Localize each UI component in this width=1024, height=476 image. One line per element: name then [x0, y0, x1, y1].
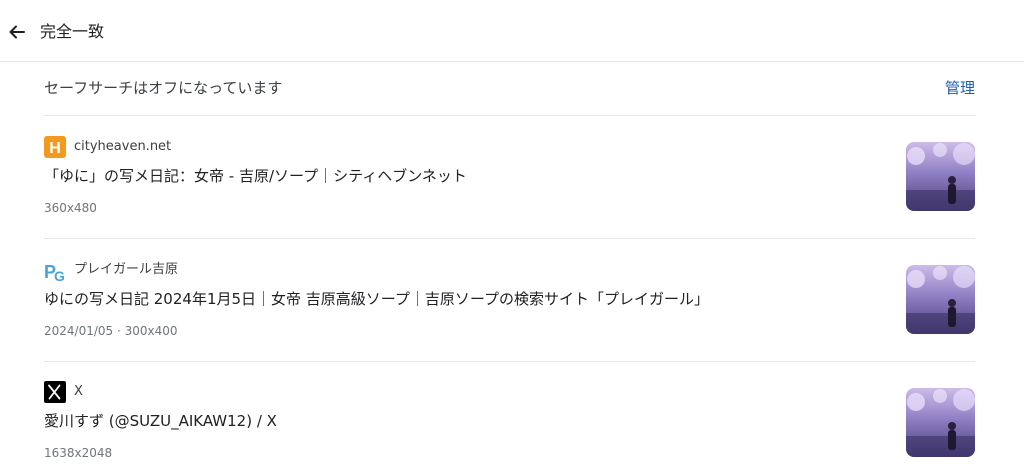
result-thumbnail[interactable]	[906, 265, 975, 334]
svg-text:H: H	[49, 140, 61, 157]
divider	[44, 238, 975, 239]
result-title[interactable]: 愛川すず (@SUZU_AIKAW12) / X	[44, 410, 277, 432]
page-title: 完全一致	[40, 22, 105, 41]
image-date-dimensions: 2024/01/05 · 300x400	[44, 324, 178, 338]
result-title[interactable]: ゆにの写メ日記 2024年1月5日｜女帝 吉原高級ソープ｜吉原ソープの検索サイト…	[44, 288, 709, 310]
result-title[interactable]: 「ゆに」の写メ日記：女帝 - 吉原/ソープ｜シティヘブンネット	[44, 165, 467, 187]
result-thumbnail[interactable]	[906, 388, 975, 457]
result-source[interactable]: H cityheaven.net	[44, 136, 171, 158]
site-name: cityheaven.net	[74, 139, 172, 154]
thumbnail-image	[906, 388, 975, 457]
safesearch-status-text: セーフサーチはオフになっています	[44, 79, 283, 97]
thumbnail-image	[906, 142, 975, 211]
playgirl-pg-icon: P G	[44, 262, 65, 281]
cityheaven-h-icon: H	[44, 136, 66, 158]
top-bar: 完全一致	[0, 0, 1024, 62]
result-source[interactable]: X	[44, 381, 83, 403]
result-item[interactable]: P G プレイガール吉原 ゆにの写メ日記 2024年1月5日｜女帝 吉原高級ソー…	[44, 259, 975, 349]
image-dimensions: 360x480	[44, 201, 97, 215]
site-name: X	[74, 384, 83, 399]
divider	[44, 361, 975, 362]
safesearch-notice: セーフサーチはオフになっています 管理	[44, 77, 975, 101]
arrow-left-icon	[9, 25, 25, 39]
x-logo-icon	[44, 381, 66, 403]
result-item[interactable]: X 愛川すず (@SUZU_AIKAW12) / X 1638x2048	[44, 381, 975, 471]
result-item[interactable]: H cityheaven.net 「ゆに」の写メ日記：女帝 - 吉原/ソープ｜シ…	[44, 136, 975, 226]
back-button[interactable]	[6, 20, 28, 44]
site-name: プレイガール吉原	[74, 262, 179, 277]
thumbnail-image	[906, 265, 975, 334]
svg-text:G: G	[54, 268, 65, 281]
divider	[44, 115, 975, 116]
image-dimensions: 1638x2048	[44, 446, 113, 460]
result-source[interactable]: P G プレイガール吉原	[44, 259, 178, 281]
manage-link[interactable]: 管理	[945, 77, 975, 99]
result-thumbnail[interactable]	[906, 142, 975, 211]
